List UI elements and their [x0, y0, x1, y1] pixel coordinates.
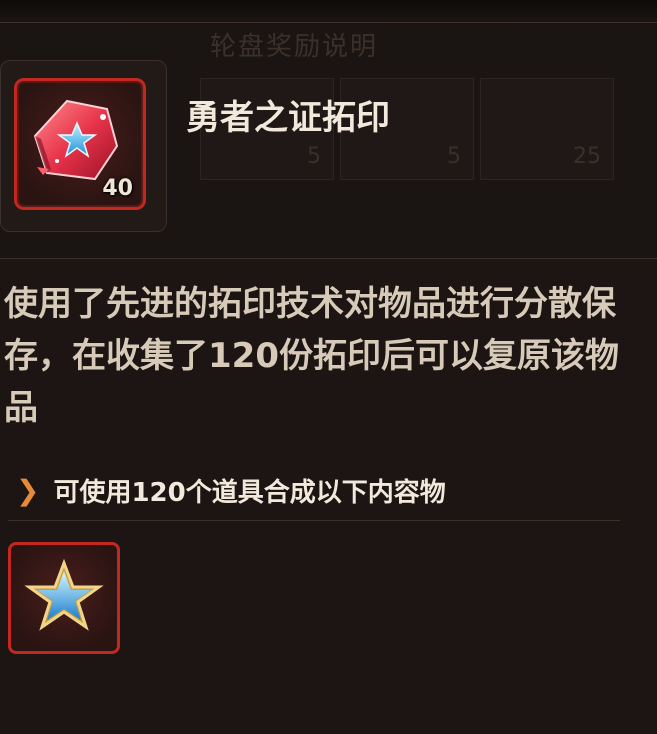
- synthesis-row: ❯ 可使用120个道具合成以下内容物: [16, 472, 446, 509]
- background-slot-count: 25: [573, 144, 601, 169]
- background-slot-count: 5: [307, 144, 321, 169]
- synthesis-result-item[interactable]: [8, 542, 120, 654]
- chevron-right-icon: ❯: [16, 474, 40, 507]
- background-title: 轮盘奖励说明: [210, 32, 379, 62]
- background-slot: 25: [480, 78, 614, 180]
- background-slot-count: 5: [447, 144, 461, 169]
- item-count: 40: [102, 176, 133, 201]
- item-description: 使用了先进的拓印技术对物品进行分散保存，在收集了120份拓印后可以复原该物品: [4, 284, 619, 428]
- divider: [8, 520, 620, 521]
- synthesis-label: 可使用120个道具合成以下内容物: [53, 478, 446, 508]
- item-icon-box[interactable]: 40: [14, 78, 146, 210]
- item-name: 勇者之证拓印: [186, 98, 390, 138]
- blue-star-icon: [24, 558, 104, 631]
- top-bar: [0, 0, 657, 23]
